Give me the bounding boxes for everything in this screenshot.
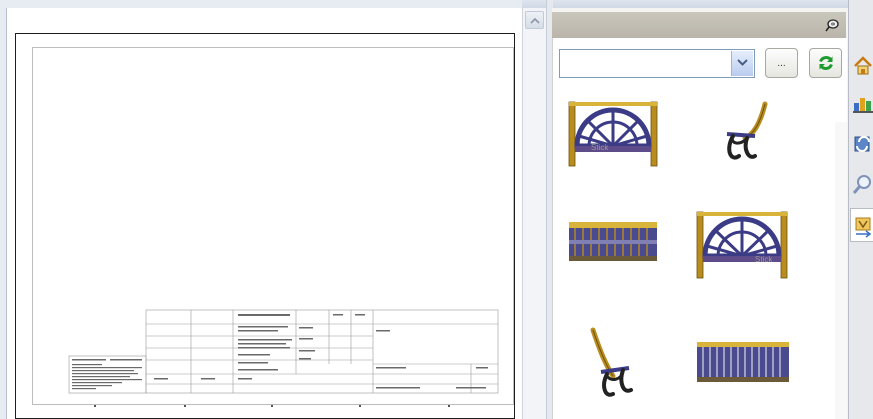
bench-front-view-alt-thumbnail[interactable]: Stick <box>693 206 789 286</box>
design-library-content: ... Stick Stick <box>552 38 847 419</box>
task-pane-tabs <box>848 0 873 419</box>
browse-button-label: ... <box>777 58 786 69</box>
title-block <box>68 309 499 407</box>
bench-top-view-image <box>569 222 657 261</box>
drawing-sheet[interactable] <box>15 33 515 419</box>
refresh-button[interactable] <box>809 48 842 78</box>
design-library-panel: ... Stick Stick <box>552 8 848 419</box>
bench-bottom-view-thumbnail[interactable] <box>693 338 789 418</box>
tab-parts[interactable] <box>850 88 873 122</box>
library-scroll-track[interactable] <box>835 122 847 419</box>
drawing-canvas-area[interactable] <box>0 0 523 419</box>
drawing-viewport[interactable] <box>6 8 523 419</box>
search-icon <box>852 175 871 194</box>
bench-side-view-alt-image <box>590 327 633 397</box>
dropdown-button[interactable] <box>731 51 753 76</box>
bench-front-view-thumbnail[interactable]: Stick <box>565 90 661 170</box>
panel-title-bar <box>552 12 846 38</box>
tab-resources[interactable] <box>850 50 873 84</box>
tab-file-explorer[interactable] <box>850 128 873 162</box>
vertical-scrollbar[interactable] <box>522 8 547 419</box>
bench-side-view-image <box>726 101 768 160</box>
tab-search[interactable] <box>850 168 873 202</box>
view-label: Stick <box>591 143 609 152</box>
bench-side-view-thumbnail[interactable] <box>703 90 799 170</box>
bench-front-view-alt-image: Stick <box>696 211 788 279</box>
view-palette-icon <box>855 217 872 238</box>
chevron-down-icon <box>737 59 748 66</box>
bench-bottom-view-image <box>697 342 789 382</box>
solidworks-window: ... Stick Stick <box>0 0 873 419</box>
view-label: Stick <box>755 255 773 264</box>
tab-design-library[interactable] <box>850 208 873 242</box>
bench-front-view-image: Stick <box>568 101 658 167</box>
library-icon <box>854 136 870 152</box>
browse-button[interactable]: ... <box>765 48 798 78</box>
bench-top-view-thumbnail[interactable] <box>565 216 661 296</box>
scroll-up-button[interactable] <box>525 11 544 29</box>
parts-icon <box>853 98 873 113</box>
pin-icon[interactable] <box>824 17 840 33</box>
library-path-dropdown[interactable] <box>559 49 755 78</box>
bench-side-view-alt-thumbnail[interactable] <box>583 324 679 404</box>
chevron-up-icon <box>530 17 540 24</box>
refresh-icon <box>819 56 833 70</box>
home-icon <box>854 56 872 75</box>
